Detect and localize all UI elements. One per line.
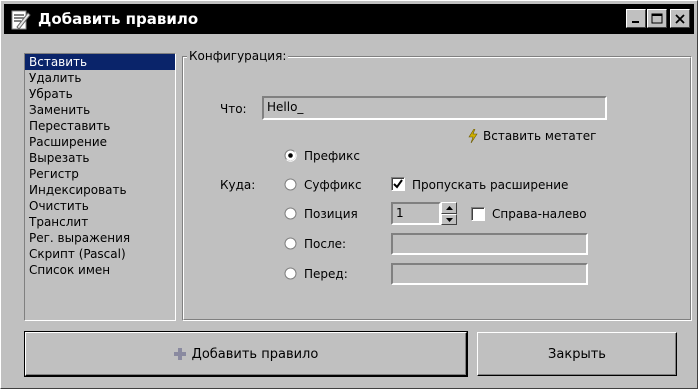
close-button[interactable]: Закрыть (477, 332, 677, 376)
app-icon (11, 10, 31, 30)
close-window-button[interactable] (670, 9, 690, 28)
add-rule-label: Добавить правило (191, 346, 319, 362)
position-down-button[interactable] (441, 214, 457, 225)
window-title: Добавить правило (38, 10, 199, 28)
before-input[interactable] (391, 263, 588, 285)
dialog-window: Добавить правило Вставить Удалить Убрать За… (0, 0, 698, 389)
position-value: 1 (396, 206, 404, 220)
before-label: Перед: (304, 267, 348, 281)
skip-extension-label: Пропускать расширение (412, 178, 569, 192)
rule-list-item[interactable]: Список имен (25, 262, 175, 278)
what-value: Hello_ (267, 100, 304, 114)
close-icon (675, 13, 685, 24)
insert-meta-tag-label: Вставить метатег (483, 129, 597, 143)
checkmark-icon (393, 179, 403, 189)
plus-icon (173, 348, 186, 360)
before-radio[interactable] (284, 267, 297, 280)
suffix-label: Суффикс (304, 178, 362, 192)
rule-list-item[interactable]: Убрать (25, 86, 175, 102)
right-to-left-label: Справа-налево (492, 207, 587, 221)
rule-list-item[interactable]: Регистр (25, 166, 175, 182)
position-label: Позиция (304, 207, 358, 221)
minimize-icon (632, 20, 639, 23)
after-radio[interactable] (284, 237, 297, 250)
insert-meta-tag-link[interactable]: Вставить метатег (467, 129, 596, 143)
minimize-button[interactable] (626, 9, 646, 28)
arrow-up-icon (445, 206, 453, 210)
add-rule-button[interactable]: Добавить правило (24, 331, 468, 377)
skip-extension-checkbox[interactable] (391, 177, 405, 191)
where-label: Куда: (220, 178, 256, 192)
rule-list-item[interactable]: Удалить (25, 70, 175, 86)
after-input[interactable] (391, 233, 588, 255)
prefix-label: Префикс (304, 149, 360, 163)
rule-list-item[interactable]: Вырезать (25, 150, 175, 166)
rule-list-item[interactable]: Переставить (25, 118, 175, 134)
rule-list-item[interactable]: Вставить (25, 54, 175, 70)
position-up-button[interactable] (441, 202, 457, 214)
rule-list[interactable]: Вставить Удалить Убрать Заменить Переставить… (24, 53, 176, 321)
position-radio[interactable] (284, 207, 297, 220)
rule-list-item[interactable]: Очистить (25, 198, 175, 214)
suffix-radio[interactable] (284, 178, 297, 191)
rule-list-item[interactable]: Транслит (25, 214, 175, 230)
close-label: Закрыть (548, 346, 606, 362)
what-input[interactable]: Hello_ (262, 96, 607, 120)
configuration-label: Конфигурация: (187, 49, 289, 63)
title-bar[interactable]: Добавить правило (4, 4, 694, 34)
lightning-icon (468, 129, 478, 143)
rule-list-item[interactable]: Расширение (25, 134, 175, 150)
arrow-down-icon (445, 217, 453, 222)
rule-list-item[interactable]: Индексировать (25, 182, 175, 198)
rule-list-item[interactable]: Заменить (25, 102, 175, 118)
right-to-left-checkbox[interactable] (471, 207, 485, 221)
maximize-icon (651, 13, 663, 24)
rule-list-item[interactable]: Скрипт (Pascal) (25, 246, 175, 262)
position-input[interactable]: 1 (391, 202, 441, 225)
what-label: Что: (220, 102, 247, 116)
after-label: После: (304, 237, 347, 251)
prefix-radio[interactable] (284, 149, 297, 162)
maximize-button[interactable] (647, 9, 667, 28)
rule-list-item[interactable]: Рег. выражения (25, 230, 175, 246)
